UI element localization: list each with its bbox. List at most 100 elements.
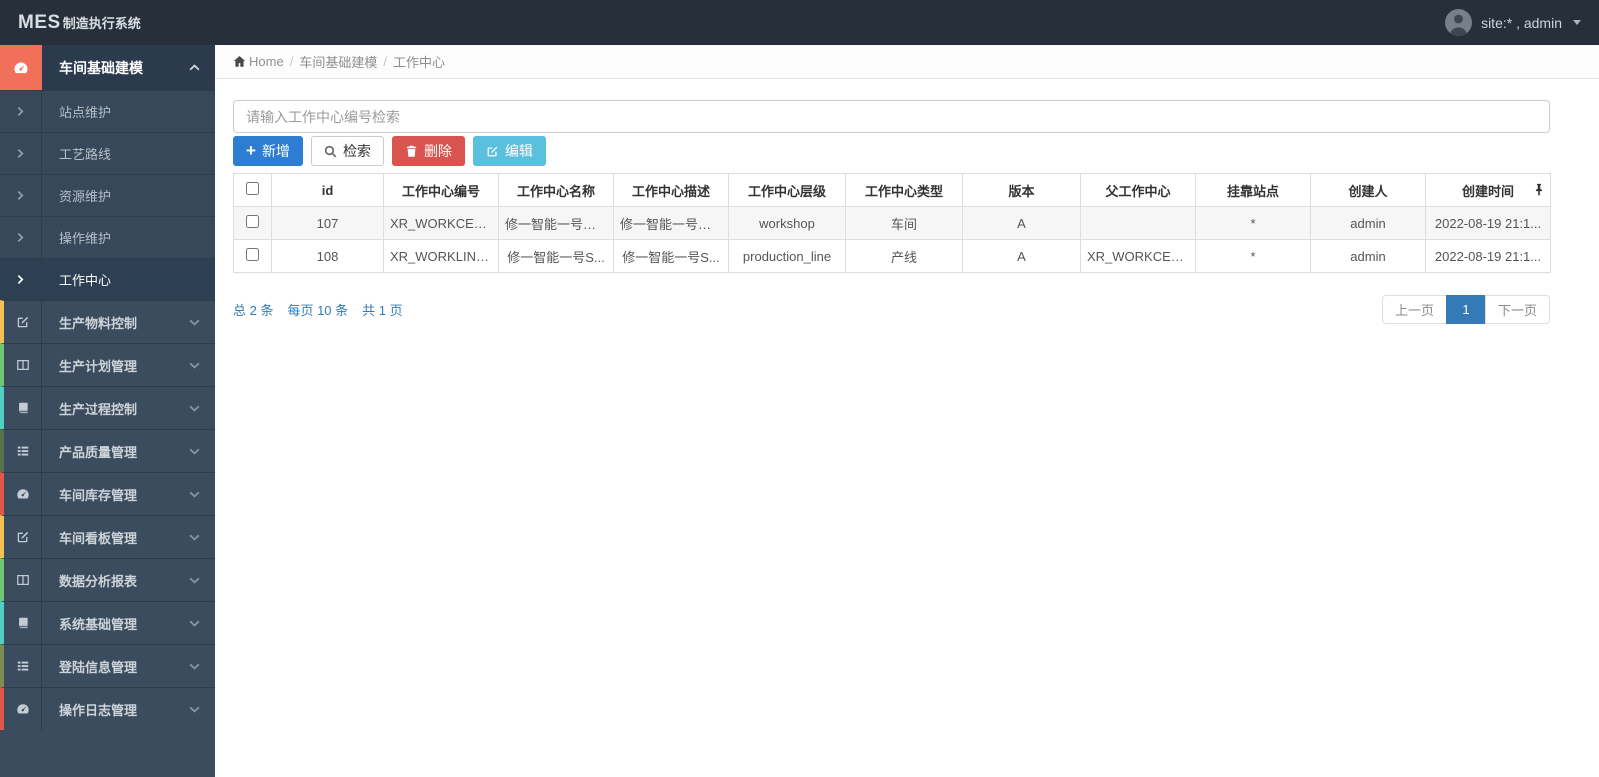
- breadcrumb-separator: /: [383, 54, 387, 69]
- column-header-created-time: 创建时间: [1425, 173, 1551, 207]
- cell-creator: admin: [1310, 206, 1426, 240]
- cell-name: 修一智能一号S...: [498, 239, 614, 273]
- row-select-cell: [233, 206, 272, 240]
- book-icon: [4, 602, 42, 644]
- breadcrumb-separator: /: [289, 54, 294, 69]
- edit-icon: [487, 146, 498, 156]
- gauge-icon: [0, 45, 42, 90]
- total-count: 总 2 条: [233, 303, 274, 318]
- gauge-icon: [4, 473, 42, 515]
- sidebar-item-product-quality[interactable]: 产品质量管理: [0, 429, 215, 472]
- column-header-description: 工作中心描述: [613, 173, 729, 207]
- table-row: 108 XR_WORKLINE... 修一智能一号S... 修一智能一号S...…: [233, 239, 1551, 273]
- breadcrumb-current: 工作中心: [392, 55, 445, 70]
- row-checkbox[interactable]: [246, 215, 259, 228]
- chevron-down-icon: [189, 706, 200, 713]
- breadcrumb-home[interactable]: Home: [233, 54, 284, 69]
- cell-code: XR_WORKCEN...: [383, 206, 499, 240]
- sidebar-subitem-operation-maintenance[interactable]: 操作维护: [0, 216, 215, 258]
- search-input[interactable]: [233, 100, 1550, 133]
- sidebar-subitem-resource-maintenance[interactable]: 资源维护: [0, 174, 215, 216]
- sidebar-item-label: 车间库存管理: [59, 487, 138, 503]
- cell-code: XR_WORKLINE...: [383, 239, 499, 273]
- sidebar-subitem-label: 工作中心: [59, 273, 112, 288]
- sidebar-subitem-work-center[interactable]: 工作中心: [0, 258, 215, 300]
- column-header-id: id: [271, 173, 384, 207]
- chevron-right-icon: [0, 133, 42, 174]
- table-footer: 总 2 条 每页 10 条 共 1 页 上一页 1 下一页: [233, 295, 1550, 324]
- chevron-right-icon: [0, 175, 42, 216]
- column-header-level: 工作中心层级: [728, 173, 846, 207]
- book-icon: [4, 387, 42, 429]
- column-header-type: 工作中心类型: [845, 173, 963, 207]
- chevron-down-icon: [189, 362, 200, 369]
- sidebar: 车间基础建模 站点维护 工艺路线 资源维护 操作维护 工作中心 生产物料控制 生…: [0, 45, 215, 777]
- pagination: 上一页 1 下一页: [1381, 295, 1550, 324]
- sidebar-item-data-analysis-report[interactable]: 数据分析报表: [0, 558, 215, 601]
- sidebar-item-workshop-inventory[interactable]: 车间库存管理: [0, 472, 215, 515]
- select-all-checkbox[interactable]: [246, 182, 259, 195]
- search-button[interactable]: 检索: [310, 136, 384, 166]
- list-icon: [4, 430, 42, 472]
- sidebar-subitem-station-maintenance[interactable]: 站点维护: [0, 90, 215, 132]
- user-menu[interactable]: site:* , admin: [1445, 9, 1581, 36]
- chevron-right-icon: [0, 217, 42, 258]
- sidebar-subitem-label: 站点维护: [59, 105, 112, 120]
- sidebar-item-system-basic[interactable]: 系统基础管理: [0, 601, 215, 644]
- pagination-summary: 总 2 条 每页 10 条 共 1 页: [233, 300, 403, 319]
- next-page-button[interactable]: 下一页: [1484, 295, 1550, 324]
- sidebar-item-workshop-modeling[interactable]: 车间基础建模: [0, 45, 215, 90]
- sidebar-item-login-info[interactable]: 登陆信息管理: [0, 644, 215, 687]
- avatar[interactable]: [1445, 9, 1473, 36]
- sidebar-item-label: 生产过程控制: [59, 401, 138, 417]
- sidebar-subitem-label: 操作维护: [59, 231, 112, 246]
- chevron-down-icon: [189, 534, 200, 541]
- prev-page-button[interactable]: 上一页: [1381, 295, 1447, 324]
- cell-parent: [1080, 206, 1196, 240]
- cell-version: A: [962, 206, 1081, 240]
- top-navbar: MES 制造执行系统 site:* , admin: [0, 0, 1599, 45]
- sidebar-item-label: 数据分析报表: [59, 573, 138, 589]
- cell-created-time: 2022-08-19 21:1...: [1425, 206, 1551, 240]
- cell-description: 修一智能一号车间: [613, 206, 729, 240]
- sidebar-item-production-material[interactable]: 生产物料控制: [0, 300, 215, 343]
- caret-down-icon: [1573, 20, 1581, 25]
- toolbar: + 新增 检索 删除 编辑: [233, 136, 1550, 166]
- cell-created-time: 2022-08-19 21:1...: [1425, 239, 1551, 273]
- person-icon: [1449, 14, 1468, 36]
- page-size: 每页 10 条: [287, 303, 349, 318]
- edit-button[interactable]: 编辑: [472, 136, 546, 166]
- sidebar-item-operation-log[interactable]: 操作日志管理: [0, 687, 215, 730]
- column-header-parent: 父工作中心: [1080, 173, 1196, 207]
- chevron-down-icon: [189, 448, 200, 455]
- user-label: site:* , admin: [1481, 14, 1562, 31]
- trash-icon: [406, 145, 417, 157]
- columns-icon: [4, 344, 42, 386]
- search-icon: [324, 145, 337, 157]
- delete-button[interactable]: 删除: [391, 136, 465, 166]
- breadcrumb-level1[interactable]: 车间基础建模: [299, 52, 377, 71]
- cell-creator: admin: [1310, 239, 1426, 273]
- breadcrumb: Home / 车间基础建模 / 工作中心: [215, 45, 1599, 79]
- chevron-down-icon: [189, 405, 200, 412]
- row-checkbox[interactable]: [246, 248, 259, 261]
- sidebar-item-workshop-kanban[interactable]: 车间看板管理: [0, 515, 215, 558]
- cell-type: 车间: [845, 206, 963, 240]
- app-logo: MES 制造执行系统: [18, 12, 141, 34]
- page-1-button[interactable]: 1: [1445, 295, 1486, 324]
- column-header-name: 工作中心名称: [498, 173, 614, 207]
- gauge-icon: [4, 688, 42, 730]
- sidebar-item-label: 系统基础管理: [59, 616, 138, 632]
- sidebar-subitem-process-route[interactable]: 工艺路线: [0, 132, 215, 174]
- cell-station: *: [1195, 239, 1311, 273]
- logo-text-rest: 制造执行系统: [62, 15, 141, 31]
- page-count: 共 1 页: [362, 303, 403, 318]
- sidebar-item-production-plan[interactable]: 生产计划管理: [0, 343, 215, 386]
- table-row: 107 XR_WORKCEN... 修一智能一号车间 修一智能一号车间 work…: [233, 206, 1551, 240]
- chevron-down-icon: [189, 663, 200, 670]
- sidebar-subitem-label: 资源维护: [59, 189, 112, 204]
- add-button[interactable]: + 新增: [233, 136, 303, 166]
- pin-icon[interactable]: [1534, 183, 1544, 196]
- sidebar-item-production-process[interactable]: 生产过程控制: [0, 386, 215, 429]
- logo-text-bold: MES: [18, 11, 61, 33]
